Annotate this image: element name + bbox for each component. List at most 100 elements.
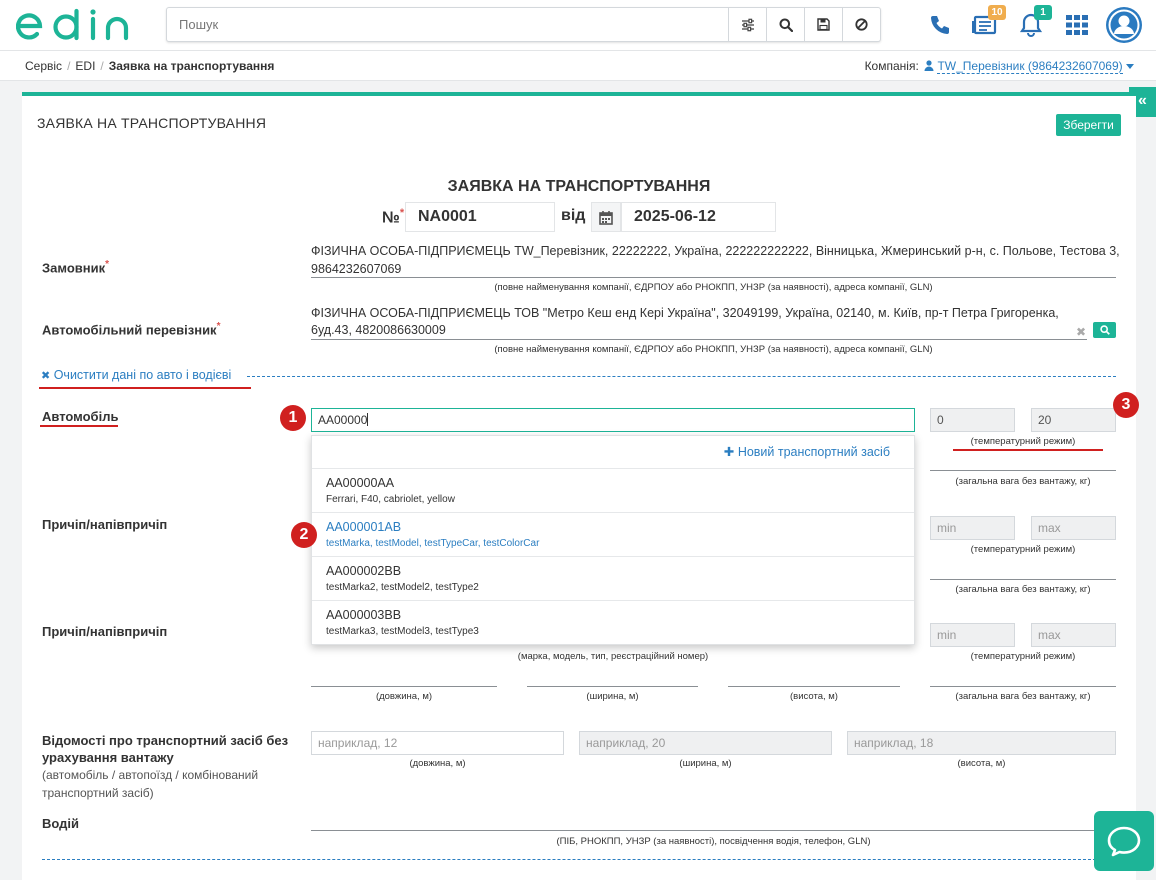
vehicle-temp-min[interactable]: 0 xyxy=(930,408,1015,432)
plus-icon: ✚ xyxy=(723,445,735,459)
document-number-field[interactable]: NA0001 xyxy=(405,202,555,232)
trailer2-length-hint: (довжина, м) xyxy=(375,691,433,702)
annotation-marker-1: 1 xyxy=(280,405,306,431)
highlight-underline-clear xyxy=(39,387,251,389)
page-title: ЗАЯВКА НА ТРАНСПОРТУВАННЯ xyxy=(37,115,267,131)
search-carrier-button[interactable] xyxy=(1093,322,1116,338)
bottom-divider xyxy=(42,859,1116,860)
dimensions-label: Відомості про транспортний засіб без урах… xyxy=(42,733,289,765)
search-bar xyxy=(166,7,881,42)
vehicle-label: Автомобіль xyxy=(42,409,119,424)
clear-carrier-icon[interactable]: ✖ xyxy=(1076,325,1086,339)
document-title: ЗАЯВКА НА ТРАНСПОРТУВАННЯ xyxy=(447,178,711,195)
new-vehicle-button[interactable]: ✚ Новий транспортний засіб xyxy=(312,436,914,469)
search-input[interactable] xyxy=(167,8,728,41)
highlight-underline-vehicle xyxy=(40,425,118,427)
trailer2-temp-max[interactable]: max xyxy=(1031,623,1116,647)
annotation-marker-2: 2 xyxy=(291,522,317,548)
height-hint: (висота, м) xyxy=(957,758,1006,769)
company-selector: Компанія: TW_Перевізник (9864232607069) xyxy=(865,59,1134,74)
sliders-icon xyxy=(741,18,754,31)
save-button[interactable]: Зберегти xyxy=(1056,114,1121,136)
trailer1-weight-hint: (загальна вага без вантажу, кг) xyxy=(955,584,1091,595)
vehicle-option[interactable]: AA000002BB testMarka2, testModel2, testT… xyxy=(312,557,914,601)
calendar-button[interactable] xyxy=(591,202,621,232)
chat-button[interactable] xyxy=(1094,811,1154,871)
filter-settings-button[interactable] xyxy=(728,8,766,41)
vehicle-option[interactable]: AA000003BB testMarka3, testModel3, testT… xyxy=(312,601,914,645)
breadcrumb-service[interactable]: Сервіс xyxy=(25,59,62,73)
carrier-label: Автомобільний перевізник* xyxy=(42,321,221,338)
search-icon xyxy=(1099,325,1110,335)
vehicle-option[interactable]: AA00000AA Ferrari, F40, cabriolet, yello… xyxy=(312,469,914,513)
vehicle-weight-underline xyxy=(930,470,1116,471)
vehicle-option-highlighted[interactable]: AA000001AB testMarka, testModel, testTyp… xyxy=(312,513,914,557)
trailer2-temp-hint: (температурний режим) xyxy=(970,651,1076,662)
customer-label: Замовник* xyxy=(42,259,110,276)
trailer1-temp-max[interactable]: max xyxy=(1031,516,1116,540)
vehicle-temp-hint: (температурний режим) xyxy=(970,436,1076,447)
top-bar: 10 1 xyxy=(0,0,1156,50)
section-divider xyxy=(247,376,1116,377)
trailer2-desc-hint: (марка, модель, тип, реєстраційний номер… xyxy=(517,651,709,662)
search-button[interactable] xyxy=(766,8,804,41)
vehicle-suggestions-dropdown: ✚ Новий транспортний засіб AA00000AA Fer… xyxy=(311,435,915,645)
trailer1-temp-min[interactable]: min xyxy=(930,516,1015,540)
carrier-underline xyxy=(311,339,1087,340)
edin-logo[interactable] xyxy=(16,8,134,42)
user-avatar[interactable] xyxy=(1106,7,1142,43)
document-date-field[interactable]: 2025-06-12 xyxy=(621,202,776,232)
height-input[interactable]: наприклад, 18 xyxy=(847,731,1116,755)
trailer2-temp-min[interactable]: min xyxy=(930,623,1015,647)
bell-icon[interactable]: 1 xyxy=(1016,5,1052,40)
annotation-marker-3: 3 xyxy=(1113,392,1139,418)
trailer2-height-underline xyxy=(728,686,900,687)
company-value[interactable]: TW_Перевізник (9864232607069) xyxy=(937,59,1123,74)
vehicle-weight-hint: (загальна вага без вантажу, кг) xyxy=(955,476,1091,487)
number-label: №* xyxy=(382,207,405,227)
width-hint: (ширина, м) xyxy=(679,758,732,769)
calendar-icon xyxy=(599,210,613,225)
trailer2-weight-underline xyxy=(930,686,1116,687)
save-search-button[interactable] xyxy=(804,8,842,41)
breadcrumb-edi[interactable]: EDI xyxy=(75,59,95,73)
driver-label: Водій xyxy=(42,816,80,831)
phone-icon[interactable] xyxy=(925,10,955,40)
clear-search-button[interactable] xyxy=(842,8,880,41)
length-hint: (довжина, м) xyxy=(409,758,466,769)
archive-count-badge: 10 xyxy=(988,5,1006,20)
ban-icon xyxy=(855,18,868,31)
clear-vehicle-driver-link[interactable]: ✖ Очистити дані по авто і водієві xyxy=(41,368,231,382)
notification-count-badge: 1 xyxy=(1034,5,1052,20)
archive-icon[interactable]: 10 xyxy=(970,5,1006,40)
customer-value-line1[interactable]: ФІЗИЧНА ОСОБА-ПІДПРИЄМЕЦЬ TW_Перевізник,… xyxy=(311,242,1120,261)
driver-underline[interactable] xyxy=(311,830,1116,831)
customer-hint: (повне найменування компанії, ЄДРПОУ або… xyxy=(494,282,933,293)
trailer2-width-hint: (ширина, м) xyxy=(586,691,639,702)
trailer2-height-hint: (висота, м) xyxy=(790,691,838,702)
length-input[interactable]: наприклад, 12 xyxy=(311,731,564,755)
breadcrumb-current: Заявка на транспортування xyxy=(108,59,275,73)
chat-bubble-icon xyxy=(1107,826,1141,857)
vehicle-input[interactable]: AA00000 xyxy=(311,408,915,432)
dimensions-sublabel: (автомобіль / автопоїзд / комбінований тр… xyxy=(42,768,259,800)
breadcrumb: Сервіс / EDI / Заявка на транспортування xyxy=(25,59,275,73)
trailer2-weight-hint: (загальна вага без вантажу, кг) xyxy=(955,691,1091,702)
trailer2-length-underline xyxy=(311,686,497,687)
date-label: від xyxy=(561,207,586,224)
trailer1-label: Причіп/напівпричіп xyxy=(42,517,168,532)
width-input[interactable]: наприклад, 20 xyxy=(579,731,832,755)
trailer1-temp-hint: (температурний режим) xyxy=(970,544,1076,555)
trailer2-label: Причіп/напівпричіп xyxy=(42,624,168,639)
apps-grid-icon[interactable] xyxy=(1062,10,1092,40)
user-small-icon xyxy=(924,60,934,71)
trailer1-weight-underline xyxy=(930,579,1116,580)
carrier-hint: (повне найменування компанії, ЄДРПОУ або… xyxy=(494,344,933,355)
customer-underline xyxy=(311,277,1116,278)
close-icon: ✖ xyxy=(41,370,51,382)
floppy-icon xyxy=(817,18,830,31)
vehicle-temp-max[interactable]: 20 xyxy=(1031,408,1116,432)
driver-hint: (ПІБ, РНОКПП, УНЗР (за наявності), посві… xyxy=(556,836,871,847)
breadcrumb-bar: Сервіс / EDI / Заявка на транспортування Ком… xyxy=(0,50,1156,81)
carrier-value-line2[interactable]: 6уд.43, 4820086630009 xyxy=(311,321,446,340)
